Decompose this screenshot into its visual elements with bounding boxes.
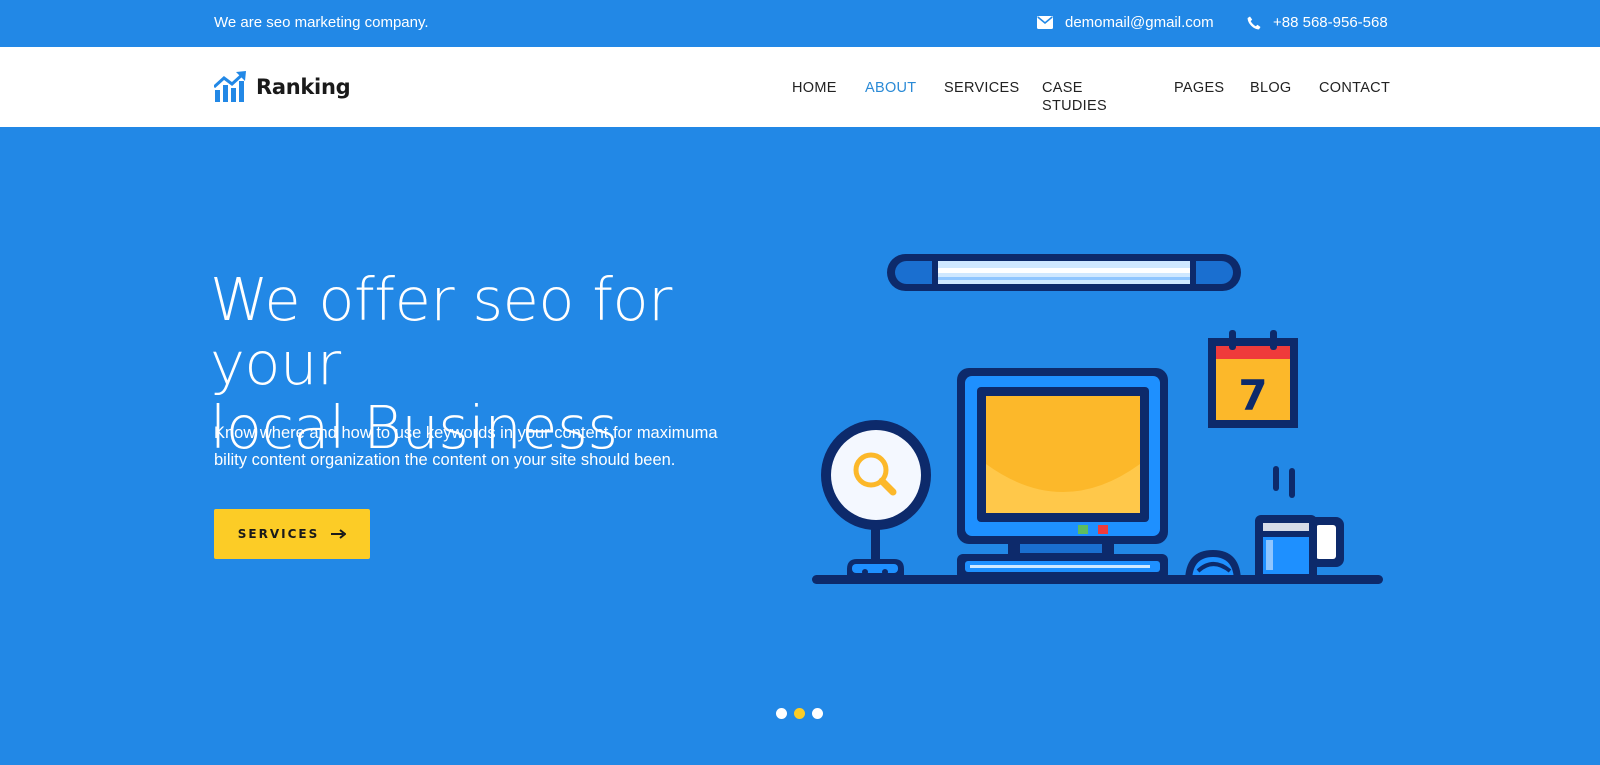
magnifier-stand-icon: [821, 420, 931, 578]
brand-name: Ranking: [256, 74, 351, 99]
seo-desk-illustration: 7: [812, 254, 1383, 584]
nav-pages[interactable]: PAGES: [1174, 80, 1224, 96]
tagline: We are seo marketing company.: [214, 14, 429, 31]
nav-about[interactable]: ABOUT: [865, 80, 916, 96]
services-button[interactable]: SERVICES: [214, 509, 370, 559]
hero-title-line-1: We offer seo for your: [210, 265, 672, 398]
services-button-label: SERVICES: [237, 527, 320, 541]
calendar-day: 7: [1238, 371, 1267, 420]
coffee-mug-icon: [1255, 466, 1344, 582]
slide-dot-2[interactable]: [794, 708, 805, 719]
envelope-icon: [1037, 16, 1053, 29]
calendar-icon: 7: [1208, 330, 1298, 428]
slider-pagination: [776, 708, 830, 719]
slide-dot-1[interactable]: [776, 708, 787, 719]
computer-monitor-icon: [957, 368, 1168, 580]
arrow-right-icon: [331, 529, 347, 539]
email-contact[interactable]: demomail@gmail.com: [1037, 14, 1214, 31]
nav-contact[interactable]: CONTACT: [1319, 80, 1390, 96]
chart-trend-icon: [214, 71, 246, 102]
top-bar: We are seo marketing company. demomail@g…: [0, 0, 1600, 47]
phone-icon: [1247, 16, 1261, 29]
brand-logo[interactable]: Ranking: [214, 71, 351, 102]
phone-contact[interactable]: +88 568-956-568: [1247, 14, 1388, 31]
nav-blog[interactable]: BLOG: [1250, 80, 1292, 96]
phone-number[interactable]: +88 568-956-568: [1273, 14, 1388, 31]
nav-services[interactable]: SERVICES: [944, 80, 1019, 96]
main-navbar: Ranking HOME ABOUT SERVICES CASE STUDIES…: [0, 47, 1600, 127]
nav-home[interactable]: HOME: [792, 80, 837, 96]
slide-dot-3[interactable]: [812, 708, 823, 719]
email-address[interactable]: demomail@gmail.com: [1065, 14, 1214, 31]
desk-line: [812, 575, 1383, 584]
nav-case-studies[interactable]: CASE STUDIES: [1042, 80, 1107, 114]
light-tube-icon: [887, 254, 1241, 291]
hero-description: Know where and how to use keywords in yo…: [214, 424, 718, 469]
